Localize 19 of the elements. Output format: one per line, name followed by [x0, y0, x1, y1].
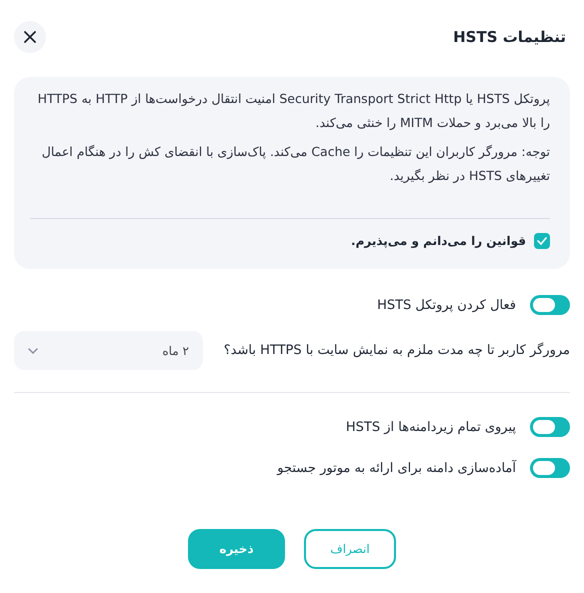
checkbox[interactable] — [534, 233, 550, 249]
toggle-switch[interactable] — [530, 458, 570, 478]
check-icon — [537, 237, 547, 245]
duration-select[interactable]: ۲ ماه — [14, 331, 203, 370]
field-label: مرورگر کاربر تا چه مدت ملزم به نمایش سایت با HTTPS باشد؟ — [224, 343, 570, 358]
info-paragraph: پروتکل HSTS یا Security Transport Strict Http امنیت انتقال درخواست‌ها از HTTP به HTTPS را بالا می‌برد و حملات MITM را خنثی می‌کند. — [36, 90, 550, 132]
checkbox-label: قوانین را می‌دانم و می‌پذیرم. — [351, 234, 526, 248]
toggle-label: آماده‌سازی دامنه برای ارائه به موتور جستجو — [277, 460, 516, 476]
info-paragraph: توجه: مرورگر کاربران این تنظیمات را Cache می‌کند. پاک‌سازی با انقضای کش را در هنگام اعمال تغییرهای HSTS در نظر بگیرید. — [40, 143, 550, 185]
cancel-button[interactable]: انصراف — [304, 529, 396, 569]
toggle-switch[interactable] — [530, 417, 570, 437]
toggle-label: پیروی تمام زیردامنه‌ها از HSTS — [346, 420, 516, 434]
toggle-label: فعال کردن پروتکل HSTS — [377, 298, 516, 312]
dialog-title: تنظیمات HSTS — [453, 28, 566, 46]
save-button[interactable]: ذخیره — [188, 529, 285, 569]
toggle-switch[interactable] — [530, 295, 570, 315]
close-icon — [24, 31, 36, 43]
chevron-down-icon — [28, 348, 38, 354]
close-button[interactable] — [14, 21, 46, 53]
